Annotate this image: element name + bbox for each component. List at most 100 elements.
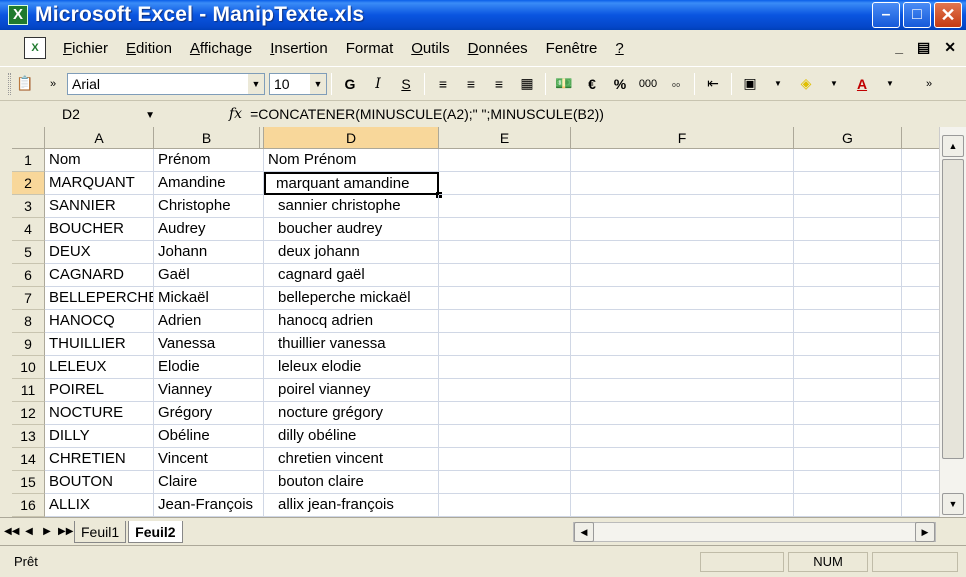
cell[interactable] — [571, 333, 794, 356]
cell[interactable] — [794, 218, 902, 241]
cell[interactable] — [902, 356, 939, 379]
cell[interactable] — [902, 264, 939, 287]
maximize-button[interactable]: □ — [903, 2, 931, 28]
cell[interactable]: Obéline — [154, 425, 264, 448]
cell[interactable]: Christophe — [154, 195, 264, 218]
currency-icon[interactable]: 💵 — [553, 73, 575, 95]
first-sheet-icon[interactable]: ◀◀ — [4, 526, 19, 537]
cell[interactable] — [902, 310, 939, 333]
cell[interactable] — [902, 149, 939, 172]
cell[interactable]: Amandine — [154, 172, 264, 195]
cell[interactable] — [439, 218, 571, 241]
merge-center-icon[interactable]: ▦ — [516, 73, 538, 95]
cell[interactable] — [794, 356, 902, 379]
cell[interactable] — [571, 241, 794, 264]
row-header-16[interactable]: 16 — [12, 494, 45, 517]
cell[interactable] — [439, 379, 571, 402]
cell[interactable] — [571, 471, 794, 494]
row-header-9[interactable]: 9 — [12, 333, 45, 356]
cell[interactable] — [902, 195, 939, 218]
font-size-select[interactable]: 10 ▼ — [269, 72, 327, 95]
cell[interactable]: hanocq adrien — [264, 310, 439, 333]
close-button[interactable]: ✕ — [934, 2, 962, 28]
cell[interactable] — [439, 264, 571, 287]
row-header-6[interactable]: 6 — [12, 264, 45, 287]
chevron-down-icon[interactable]: ▼ — [823, 73, 845, 95]
percent-button[interactable]: % — [609, 73, 631, 95]
fx-icon[interactable]: fx — [229, 106, 242, 122]
row-header-14[interactable]: 14 — [12, 448, 45, 471]
cell[interactable]: THUILLIER — [45, 333, 154, 356]
scroll-up-icon[interactable]: ▲ — [942, 135, 964, 157]
cell[interactable]: nocture grégory — [264, 402, 439, 425]
cell[interactable] — [439, 172, 571, 195]
next-sheet-icon[interactable]: ▶ — [40, 526, 54, 537]
cell[interactable]: CAGNARD — [45, 264, 154, 287]
workbook-icon[interactable]: X — [24, 37, 46, 59]
row-header-10[interactable]: 10 — [12, 356, 45, 379]
cell[interactable] — [439, 195, 571, 218]
font-color-icon[interactable]: A — [851, 73, 873, 95]
cell[interactable]: DILLY — [45, 425, 154, 448]
cell[interactable]: Vianney — [154, 379, 264, 402]
paste-icon[interactable]: 📋 — [14, 73, 36, 95]
align-left-icon[interactable]: ≡ — [432, 73, 454, 95]
cell[interactable]: cagnard gaël — [264, 264, 439, 287]
row-header-3[interactable]: 3 — [12, 195, 45, 218]
row-header-5[interactable]: 5 — [12, 241, 45, 264]
cell[interactable]: BOUTON — [45, 471, 154, 494]
active-cell[interactable]: marquant amandine — [264, 172, 439, 195]
cell[interactable] — [794, 195, 902, 218]
cell[interactable] — [571, 218, 794, 241]
cell[interactable] — [571, 379, 794, 402]
menu-item-7[interactable]: Fenêtre — [546, 40, 598, 57]
cell[interactable]: Grégory — [154, 402, 264, 425]
cell[interactable]: ALLIX — [45, 494, 154, 517]
chevron-down-icon[interactable]: ▼ — [145, 105, 155, 127]
cell[interactable]: SANNIER — [45, 195, 154, 218]
workbook-restore-icon[interactable]: ▤ — [917, 39, 930, 56]
cell[interactable]: belleperche mickaël — [264, 287, 439, 310]
cell[interactable]: deux johann — [264, 241, 439, 264]
column-header-E[interactable]: E — [439, 127, 571, 149]
cell[interactable] — [571, 310, 794, 333]
menu-item-8[interactable]: ? — [615, 40, 623, 57]
cell[interactable]: Prénom — [154, 149, 264, 172]
cell[interactable] — [794, 310, 902, 333]
thousands-button[interactable]: 000 — [637, 73, 659, 95]
cell[interactable]: DEUX — [45, 241, 154, 264]
cell[interactable] — [794, 172, 902, 195]
cell[interactable]: allix jean-françois — [264, 494, 439, 517]
bold-button[interactable]: G — [339, 73, 361, 95]
chevron-down-icon[interactable]: ▼ — [879, 73, 901, 95]
euro-button[interactable]: € — [581, 73, 603, 95]
decrease-indent-icon[interactable]: ⇤ — [702, 73, 724, 95]
cell[interactable]: Nom — [45, 149, 154, 172]
italic-button[interactable]: I — [367, 73, 389, 95]
borders-icon[interactable]: ▣ — [739, 73, 761, 95]
chevron-down-icon[interactable]: ▼ — [767, 73, 789, 95]
cell[interactable] — [439, 402, 571, 425]
name-box[interactable]: D2 ▼ — [10, 103, 155, 125]
cell[interactable] — [902, 402, 939, 425]
row-header-11[interactable]: 11 — [12, 379, 45, 402]
cell[interactable] — [571, 448, 794, 471]
cell[interactable] — [794, 494, 902, 517]
cell[interactable]: Audrey — [154, 218, 264, 241]
vertical-scrollbar[interactable]: ▲ ▼ — [939, 127, 966, 517]
menu-item-0[interactable]: Fichier — [63, 40, 108, 57]
cell[interactable] — [794, 448, 902, 471]
scroll-thumb[interactable] — [942, 159, 964, 459]
cell[interactable] — [571, 264, 794, 287]
formula-input[interactable]: =CONCATENER(MINUSCULE(A2);" ";MINUSCULE(… — [250, 106, 604, 122]
menu-item-3[interactable]: Insertion — [270, 40, 328, 57]
cell[interactable] — [439, 149, 571, 172]
cell[interactable] — [439, 494, 571, 517]
column-header-A[interactable]: A — [45, 127, 154, 149]
row-header-13[interactable]: 13 — [12, 425, 45, 448]
font-name-select[interactable]: Arial ▼ — [67, 72, 265, 95]
column-header-B[interactable]: B — [154, 127, 260, 149]
row-header-1[interactable]: 1 — [12, 149, 45, 172]
cell[interactable] — [571, 172, 794, 195]
cell[interactable] — [902, 379, 939, 402]
